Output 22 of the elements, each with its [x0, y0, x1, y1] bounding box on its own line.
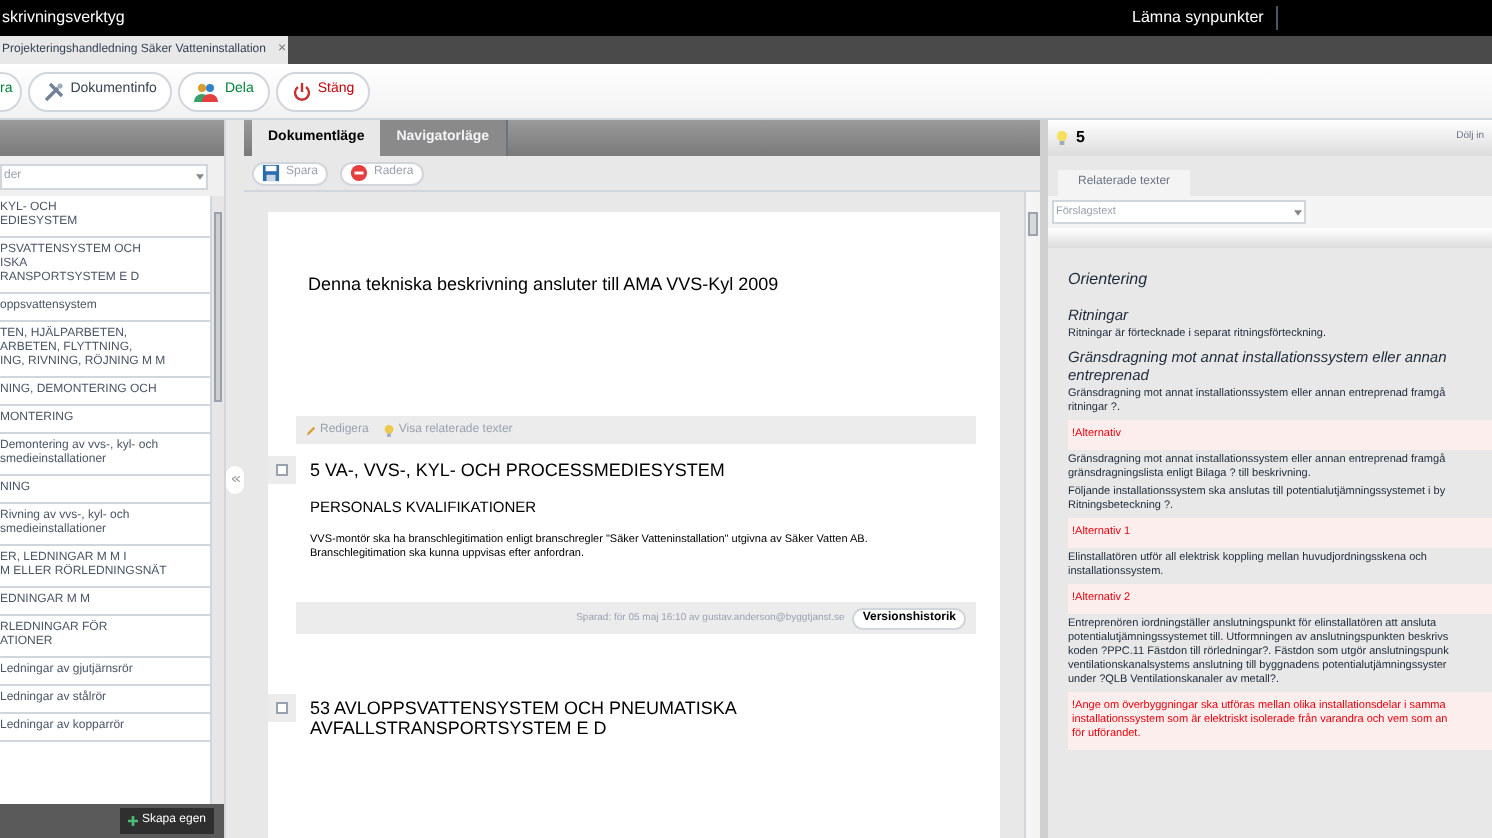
pencil-icon: [306, 425, 316, 435]
bulb-icon: [1056, 130, 1068, 146]
people-icon: [194, 81, 219, 101]
plus-icon: [127, 816, 138, 826]
checkbox[interactable]: [276, 464, 288, 476]
section-heading: 53 AVLOPPSVATTENSYSTEM OCH PNEUMATISKA AVFALLSTRANSPORTSYSTEM E D: [310, 698, 737, 739]
related-count: 5: [1076, 126, 1085, 150]
section-heading: 5 VA-, VVS-, KYL- OCH PROCESSMEDIESYSTEM: [310, 460, 725, 480]
power-icon: [291, 81, 312, 101]
intro-text: Denna tekniska beskrivning ansluter till AMA VVS-Kyl 2009: [306, 272, 781, 298]
scrollbar-thumb[interactable]: [214, 212, 222, 402]
feedback-link[interactable]: Lämna synpunkter: [1120, 6, 1278, 30]
collapse-handle[interactable]: [226, 465, 244, 493]
bulb-icon: [384, 423, 395, 437]
checkbox[interactable]: [276, 702, 288, 715]
section-heading: Orientering: [1068, 268, 1150, 292]
app-title: skrivningsverktyg: [0, 6, 127, 30]
scrollbar-thumb[interactable]: [1028, 212, 1038, 236]
tools-icon: [44, 81, 65, 101]
caret-icon: [1294, 209, 1302, 215]
caret-icon: [196, 173, 204, 179]
stop-icon: [350, 164, 369, 182]
